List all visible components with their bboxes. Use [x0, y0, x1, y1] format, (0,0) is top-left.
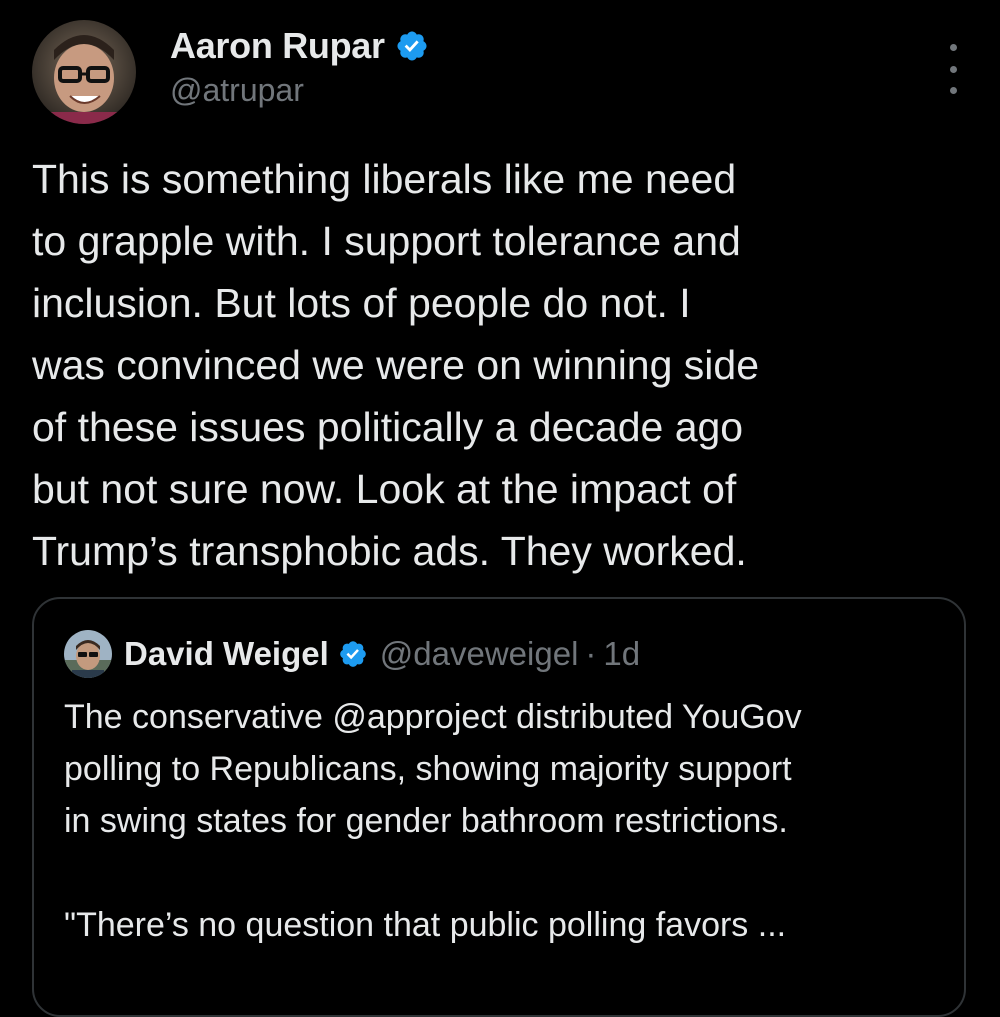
- more-dot: [949, 44, 957, 51]
- author-display-name[interactable]: Aaron Rupar: [170, 25, 385, 67]
- display-name-row: Aaron Rupar: [170, 25, 429, 67]
- tweet-text: This is something liberals like me need …: [32, 156, 760, 574]
- quoted-timestamp[interactable]: 1d: [603, 635, 640, 673]
- avatar[interactable]: [32, 20, 136, 124]
- author-handle[interactable]: @atrupar: [170, 72, 429, 109]
- quoted-tweet-text: The conservative @approject distributed …: [64, 698, 802, 944]
- dot-separator: ·: [585, 635, 597, 672]
- more-dot: [949, 65, 957, 73]
- tweet-header: Aaron Rupar @atrupar: [32, 20, 968, 130]
- quoted-tweet-header: David Weigel @daveweigel · 1d: [64, 629, 640, 679]
- quoted-avatar[interactable]: [64, 630, 112, 678]
- quoted-tweet-card[interactable]: David Weigel @daveweigel · 1d The conser…: [32, 597, 966, 1017]
- quoted-display-name[interactable]: David Weigel: [124, 635, 329, 673]
- verified-badge-icon[interactable]: [395, 29, 429, 63]
- author-names: Aaron Rupar @atrupar: [170, 25, 429, 109]
- more-dot: [949, 87, 957, 94]
- quoted-handle[interactable]: @daveweigel: [380, 635, 579, 673]
- verified-badge-icon[interactable]: [338, 639, 368, 669]
- more-vertical-icon[interactable]: [938, 44, 968, 94]
